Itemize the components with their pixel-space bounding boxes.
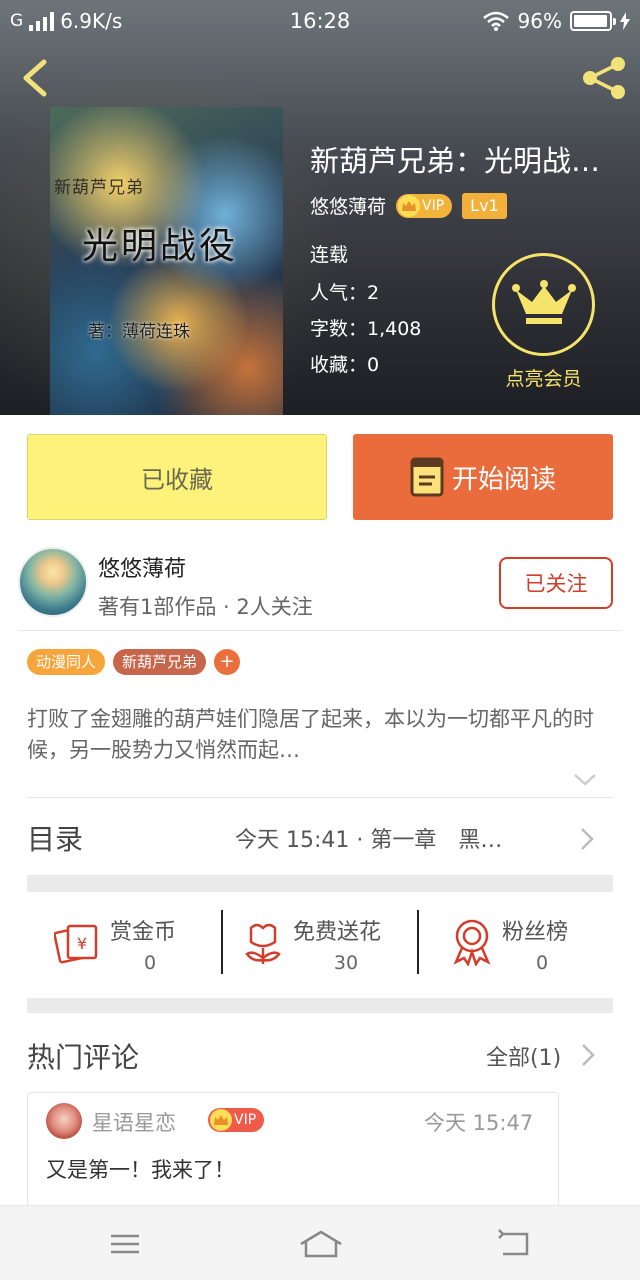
vip-badge: VIP [208, 1108, 265, 1132]
battery-icon [570, 11, 616, 31]
divider [18, 630, 622, 631]
chevron-down-icon[interactable] [572, 772, 598, 788]
vip-badge: VIP [396, 193, 453, 218]
send-flower-action[interactable]: 免费送花 30 [243, 910, 413, 982]
commenter-name[interactable]: 星语星恋 [92, 1107, 176, 1137]
fan-ranking-action[interactable]: 粉丝榜 0 [452, 910, 592, 982]
crown-icon [210, 1109, 232, 1131]
author-avatar[interactable] [18, 547, 88, 617]
section-separator [27, 875, 613, 892]
section-separator [27, 998, 613, 1013]
cover-series-text: 新葫芦兄弟 [54, 178, 144, 198]
hot-comments-title: 热门评论 [27, 1041, 140, 1074]
start-reading-button[interactable]: 开始阅读 [353, 434, 613, 520]
back-nav-icon[interactable] [495, 1228, 535, 1260]
book-title: 新葫芦兄弟：光明战… [310, 144, 601, 178]
back-icon[interactable] [14, 56, 54, 100]
flower-icon [245, 923, 281, 964]
book-header: G 6.9K/s 16:28 96% 新葫芦兄弟 光明战役 著：薄荷连珠 新葫芦… [0, 0, 640, 415]
system-nav-bar [0, 1205, 640, 1280]
action-label: 赏金币 [110, 920, 177, 945]
table-of-contents-row[interactable]: 目录 今天 15:41 · 第一章 黑… [0, 798, 640, 880]
word-count-stat: 字数：1,408 [310, 318, 422, 340]
svg-text:¥: ¥ [77, 934, 87, 953]
action-bar: ¥ 赏金币 0 免费送花 30 粉丝榜 0 [0, 910, 640, 982]
add-tag-button[interactable]: + [214, 649, 241, 675]
action-value: 0 [535, 952, 549, 974]
battery-percent: 96% [517, 9, 562, 33]
book-cover[interactable]: 新葫芦兄弟 光明战役 著：薄荷连珠 [50, 107, 283, 415]
comment-card[interactable]: 星语星恋 VIP 今天 15:47 又是第一！我来了！ [27, 1092, 559, 1207]
wifi-icon [482, 11, 509, 31]
start-reading-label: 开始阅读 [451, 464, 556, 495]
menu-icon[interactable] [105, 1228, 145, 1260]
crown-icon [398, 194, 421, 217]
follow-button[interactable]: 已关注 [499, 557, 613, 609]
popularity-stat: 人气：2 [310, 282, 380, 304]
tag-list: 动漫同人 新葫芦兄弟 + [27, 649, 241, 675]
serial-status: 连载 [310, 244, 349, 266]
comment-time: 今天 15:47 [424, 1111, 534, 1135]
member-label[interactable]: 点亮会员 [470, 364, 617, 391]
all-comments-link[interactable]: 全部(1) [486, 1040, 561, 1072]
divider [221, 910, 223, 974]
action-value: 30 [333, 952, 359, 974]
commenter-avatar[interactable] [46, 1103, 82, 1139]
book-author-name[interactable]: 悠悠薄荷 [310, 192, 386, 219]
chevron-right-icon[interactable] [580, 1042, 596, 1068]
favorites-stat: 收藏：0 [310, 354, 380, 376]
home-icon[interactable] [298, 1228, 344, 1260]
vip-badge-text: VIP [422, 197, 445, 214]
medal-icon [453, 919, 491, 966]
vip-badge-text: VIP [234, 1112, 257, 1128]
action-label: 免费送花 [293, 920, 382, 945]
action-label: 粉丝榜 [502, 920, 569, 945]
toc-latest-update: 今天 15:41 · 第一章 黑… [235, 828, 503, 853]
status-bar: G 6.9K/s 16:28 96% [0, 0, 640, 44]
cover-title-text: 光明战役 [82, 226, 239, 267]
collected-button[interactable]: 已收藏 [27, 434, 327, 520]
level-badge: Lv1 [462, 192, 507, 219]
tag-chip[interactable]: 新葫芦兄弟 [113, 649, 207, 675]
comment-text: 又是第一！我来了！ [46, 1158, 235, 1182]
money-envelope-icon: ¥ [54, 924, 98, 964]
book-description: 打败了金翅雕的葫芦娃们隐居了起来，本以为一切都平凡的时候，另一股势力又悄然而起… [27, 707, 594, 762]
toc-label: 目录 [27, 823, 84, 856]
tag-chip[interactable]: 动漫同人 [27, 649, 106, 675]
cover-author-text: 著：薄荷连珠 [88, 322, 190, 342]
share-icon[interactable] [580, 54, 628, 102]
charging-icon [620, 12, 630, 30]
author-meta: 著有1部作品 · 2人关注 [98, 595, 313, 619]
member-crown-button[interactable] [492, 253, 595, 356]
author-name[interactable]: 悠悠薄荷 [98, 551, 186, 583]
book-icon [410, 457, 444, 497]
divider [417, 910, 419, 974]
crown-icon [511, 279, 576, 324]
action-value: 0 [143, 952, 157, 974]
chevron-right-icon [581, 828, 594, 850]
book-detail-body: 已收藏 开始阅读 悠悠薄荷 著有1部作品 · 2人关注 已关注 动漫同人 新葫芦… [0, 415, 640, 1207]
author-section: 悠悠薄荷 著有1部作品 · 2人关注 已关注 [0, 545, 640, 631]
tip-coins-action[interactable]: ¥ 赏金币 0 [54, 910, 194, 982]
